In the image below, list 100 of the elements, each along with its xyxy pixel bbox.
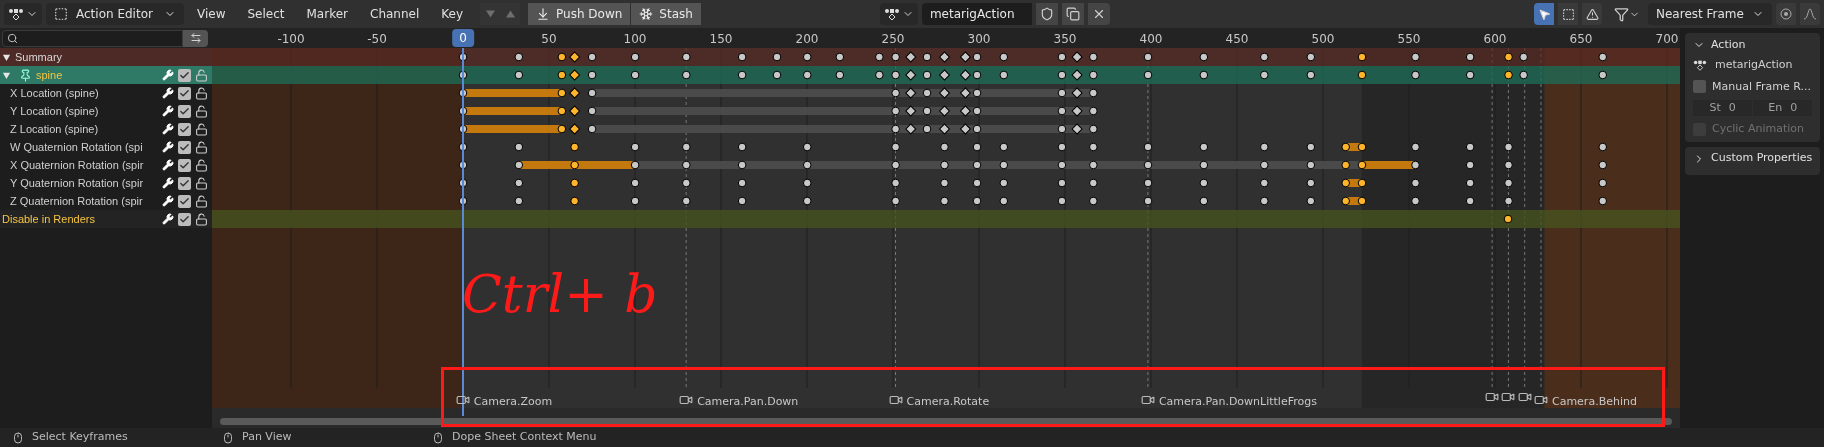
push-down-button[interactable]: Push Down [528, 3, 632, 25]
editor-type-dropdown[interactable] [4, 3, 42, 25]
unlink-button[interactable] [1087, 3, 1110, 25]
wrench-icon[interactable] [162, 195, 174, 207]
camera-marker-icon[interactable] [1485, 390, 1500, 404]
wrench-icon[interactable] [162, 141, 174, 153]
menu-item[interactable]: View [188, 3, 235, 25]
warning-button[interactable] [1582, 3, 1602, 25]
checkbox[interactable] [178, 86, 191, 100]
panel-header[interactable]: Action [1685, 33, 1821, 57]
action-name-field[interactable]: metarigAction [921, 3, 1032, 25]
status-hint: Dope Sheet Context Menu [452, 429, 597, 446]
square-icon [54, 7, 68, 21]
checkbox[interactable] [178, 122, 191, 136]
lock-icon[interactable] [195, 158, 208, 172]
current-frame-indicator[interactable]: 0 [452, 29, 474, 47]
fake-user-button[interactable] [1035, 3, 1058, 25]
snap-mode-dropdown[interactable]: Nearest Frame [1648, 3, 1772, 25]
warning-icon [1585, 7, 1599, 21]
frame-number: 400 [1139, 31, 1163, 48]
wrench-icon[interactable] [162, 177, 174, 189]
proportional-edit-button[interactable] [1776, 3, 1796, 25]
channel-name: Summary [15, 49, 64, 65]
frame-number: 700 [1655, 31, 1679, 48]
lock-icon[interactable] [195, 140, 208, 154]
snowflake-icon [639, 7, 654, 21]
camera-marker-icon[interactable] [1501, 390, 1516, 404]
channel-name: Y Location (spine) [10, 103, 100, 119]
keyframes-drawing [1503, 213, 1514, 225]
marker-label: Camera.Pan.Down [697, 394, 799, 410]
lock-icon[interactable] [195, 176, 208, 190]
marker-label: Camera.Pan.DownLittleFrogs [1158, 394, 1317, 410]
channel-name: X Quaternion Rotation (spir [10, 157, 145, 173]
camera-marker-icon[interactable] [1517, 390, 1532, 404]
swap-button[interactable] [183, 29, 208, 47]
checkbox-label: Cyclic Animation [1712, 121, 1804, 137]
wrench-icon[interactable] [162, 123, 174, 135]
frame-number: 650 [1569, 31, 1593, 48]
checkbox-label: Manual Frame R... [1712, 78, 1811, 95]
triangle-up-icon [505, 10, 515, 18]
frame-field[interactable]: St 0 [1693, 100, 1753, 116]
curve-icon [1803, 8, 1817, 20]
field-value: 0 [1790, 99, 1798, 116]
wrench-icon[interactable] [162, 87, 174, 99]
channel-name: W Quaternion Rotation (spi [10, 139, 144, 155]
mouse-icon [12, 431, 24, 444]
frame-number: 300 [967, 31, 991, 48]
box-select-button[interactable] [1558, 3, 1578, 25]
handwritten-annotation: Ctrl+ b [462, 268, 658, 320]
channel-name: Disable in Renders [2, 211, 96, 227]
push-down-icon [536, 7, 551, 21]
checkbox[interactable] [178, 68, 191, 82]
action-icon [1693, 59, 1707, 72]
menu-item[interactable]: Channel [361, 3, 429, 25]
shield-icon [1039, 7, 1054, 21]
lock-icon[interactable] [195, 122, 208, 136]
wrench-icon[interactable] [162, 213, 174, 225]
frame-field[interactable]: En 0 [1753, 100, 1813, 116]
lock-icon[interactable] [195, 104, 208, 118]
channel-name: Z Location (spine) [10, 121, 100, 137]
checkbox[interactable] [178, 158, 191, 172]
mouse-icon [222, 431, 234, 444]
mouse-icon [432, 431, 444, 444]
action-icon [883, 8, 900, 20]
action-browse-dropdown[interactable] [879, 3, 918, 25]
channel-row[interactable]: Summary [0, 48, 212, 66]
copy-icon [1065, 7, 1080, 21]
frame-number: -100 [277, 31, 305, 48]
checkbox[interactable] [178, 176, 191, 190]
frame-number: 550 [1397, 31, 1421, 48]
pin-icon[interactable] [19, 68, 32, 82]
status-hint: Pan View [242, 429, 292, 446]
lock-icon[interactable] [195, 212, 208, 226]
lock-icon[interactable] [195, 194, 208, 208]
falloff-button[interactable] [1800, 3, 1820, 25]
lock-icon[interactable] [195, 86, 208, 100]
checkbox[interactable] [178, 212, 191, 226]
duplicate-button[interactable] [1061, 3, 1084, 25]
field-label: En [1768, 99, 1783, 116]
marker-label: Camera.Zoom [473, 394, 553, 410]
menu-item[interactable]: Key [432, 3, 473, 25]
wrench-icon[interactable] [162, 159, 174, 171]
stash-button[interactable]: Stash [631, 3, 702, 25]
mode-dropdown[interactable]: Action Editor [46, 3, 184, 25]
channel-row[interactable]: Disable in Renders [0, 210, 212, 228]
menu-item[interactable]: Marker [297, 3, 357, 25]
checkbox[interactable] [178, 104, 191, 118]
channel-name: Z Quaternion Rotation (spir [10, 193, 144, 209]
wrench-icon[interactable] [162, 105, 174, 117]
checkbox[interactable] [178, 194, 191, 208]
checkbox[interactable] [178, 140, 191, 154]
selection-tool-button[interactable] [1534, 3, 1554, 25]
menu-item[interactable]: Select [238, 3, 294, 25]
panel-header[interactable]: Custom Properties [1685, 146, 1821, 171]
horizontal-scrollbar[interactable] [220, 417, 1672, 425]
search-field[interactable] [2, 29, 183, 47]
frame-number: 250 [881, 31, 905, 48]
status-hint: Select Keyframes [32, 429, 128, 446]
frame-number: 350 [1053, 31, 1077, 48]
checkbox[interactable] [1693, 80, 1706, 94]
